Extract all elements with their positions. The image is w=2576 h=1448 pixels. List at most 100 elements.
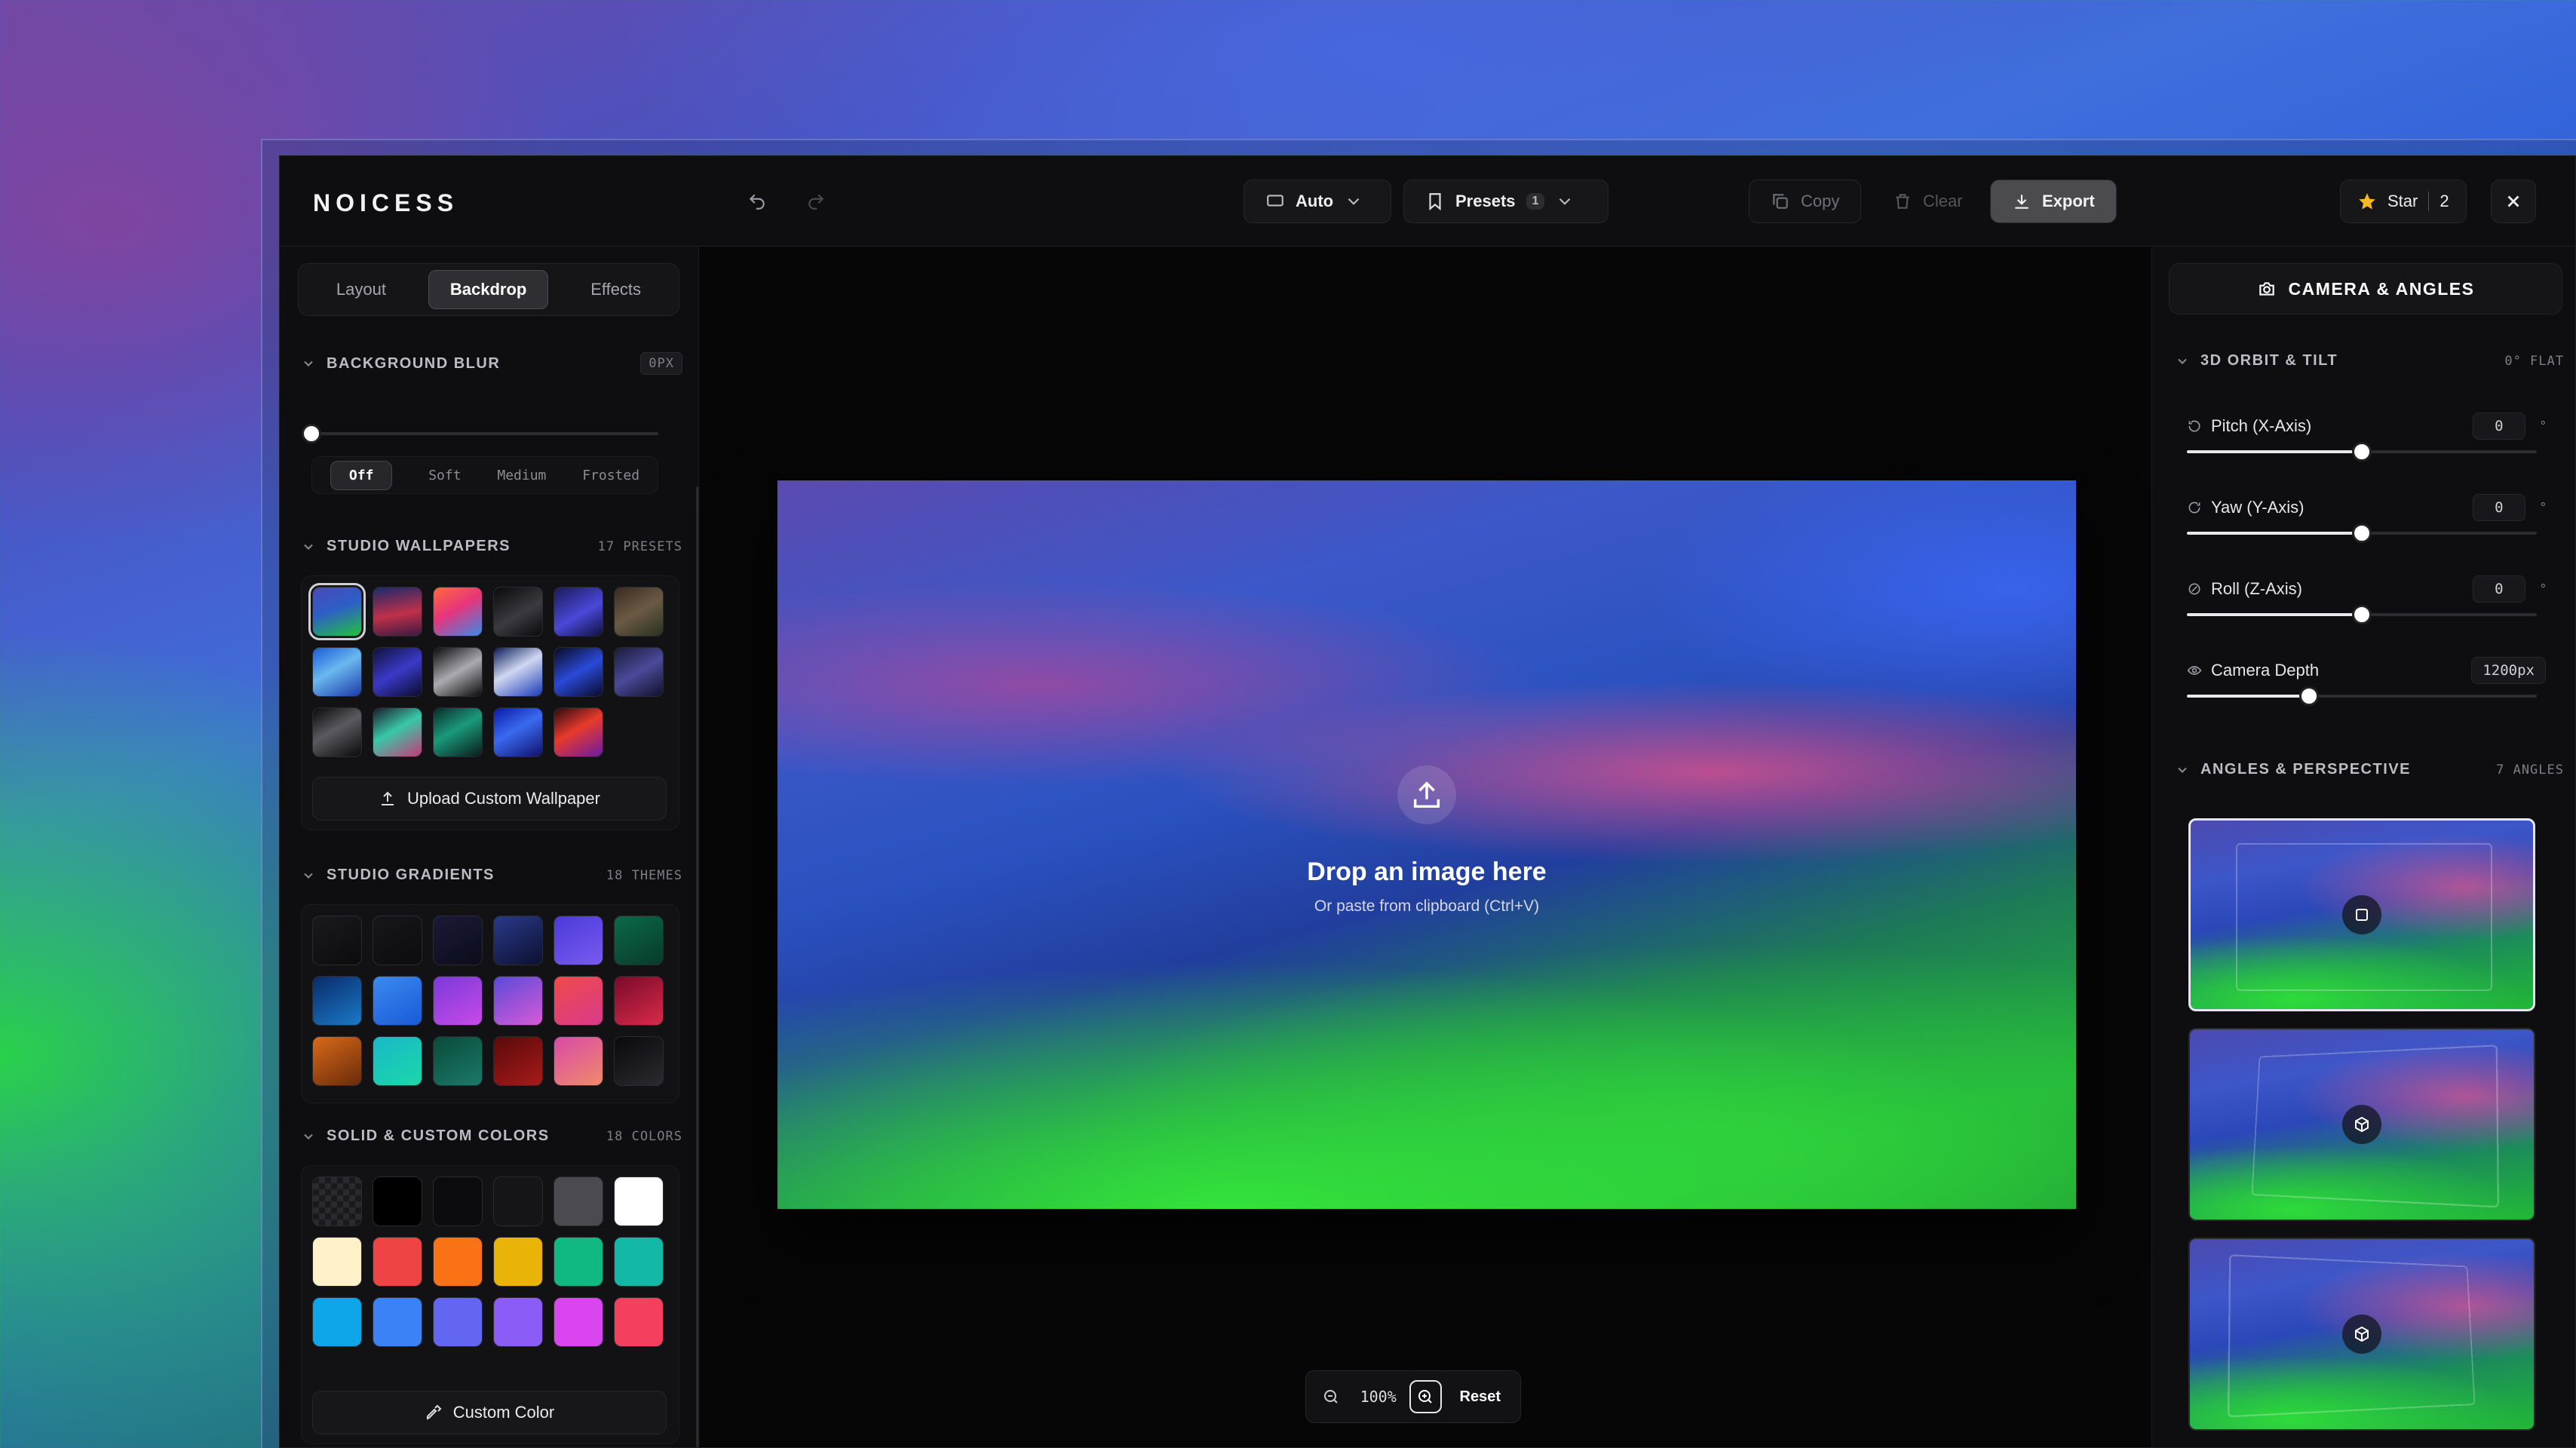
gradient-swatch[interactable] — [312, 916, 362, 965]
wallpaper-swatch[interactable] — [554, 587, 603, 637]
color-swatch[interactable] — [373, 1237, 422, 1287]
wallpaper-swatch[interactable] — [312, 707, 362, 757]
slider-knob[interactable] — [2299, 686, 2320, 706]
color-swatch[interactable] — [312, 1176, 362, 1226]
star-button[interactable]: Star 2 — [2340, 179, 2467, 223]
gradient-swatch[interactable] — [373, 916, 422, 965]
color-swatch[interactable] — [493, 1237, 543, 1287]
color-swatch[interactable] — [554, 1297, 603, 1347]
section-background-blur-header[interactable]: BACKGROUND BLUR 0PX — [301, 352, 682, 375]
gradient-swatch[interactable] — [493, 1036, 543, 1086]
wallpaper-swatch[interactable] — [614, 647, 664, 697]
color-swatch[interactable] — [614, 1237, 664, 1287]
gradient-swatch[interactable] — [614, 976, 664, 1026]
wallpaper-swatch[interactable] — [312, 647, 362, 697]
color-swatch[interactable] — [312, 1237, 362, 1287]
color-swatch[interactable] — [493, 1176, 543, 1226]
angle-thumb-tilt-left[interactable] — [2188, 1028, 2535, 1221]
preview-canvas[interactable]: Drop an image here Or paste from clipboa… — [777, 480, 2076, 1209]
section-angles-header[interactable]: ANGLES & PERSPECTIVE 7 ANGLES — [2175, 761, 2564, 778]
gradient-swatch[interactable] — [312, 1036, 362, 1086]
wallpaper-swatch[interactable] — [433, 647, 483, 697]
blur-option-frosted[interactable]: Frosted — [582, 468, 639, 483]
gradient-swatch[interactable] — [554, 1036, 603, 1086]
copy-button[interactable]: Copy — [1749, 179, 1862, 223]
wallpaper-swatch[interactable] — [433, 587, 483, 637]
wallpaper-swatch[interactable] — [554, 707, 603, 757]
wallpaper-swatch[interactable] — [308, 583, 366, 640]
gradient-swatch[interactable] — [554, 916, 603, 965]
wallpaper-swatch[interactable] — [373, 707, 422, 757]
gradient-swatch[interactable] — [614, 1036, 664, 1086]
camera-depth-value[interactable]: 1200px — [2471, 657, 2546, 684]
color-swatch[interactable] — [614, 1297, 664, 1347]
yaw-value[interactable]: 0 — [2472, 494, 2525, 521]
section-orbit-header[interactable]: 3D ORBIT & TILT 0° FLAT — [2175, 352, 2564, 370]
slider-knob[interactable] — [2352, 523, 2372, 543]
color-swatch[interactable] — [373, 1176, 422, 1226]
color-swatch[interactable] — [312, 1297, 362, 1347]
wallpaper-swatch[interactable] — [493, 647, 543, 697]
angle-thumb-flat[interactable] — [2188, 818, 2535, 1011]
zoom-reset-button[interactable]: Reset — [1449, 1388, 1511, 1406]
wallpaper-swatch[interactable] — [493, 707, 543, 757]
blur-option-off[interactable]: Off — [330, 460, 393, 490]
gradient-swatch[interactable] — [312, 976, 362, 1026]
gradient-swatch[interactable] — [373, 976, 422, 1026]
tab-effects[interactable]: Effects — [569, 271, 662, 308]
camera-depth-slider[interactable] — [2187, 686, 2537, 706]
gradient-swatch[interactable] — [554, 976, 603, 1026]
wallpaper-swatch[interactable] — [373, 587, 422, 637]
zoom-in-icon[interactable] — [1409, 1380, 1442, 1413]
close-button[interactable] — [2491, 179, 2536, 223]
gradient-swatch[interactable] — [373, 1036, 422, 1086]
color-swatch[interactable] — [554, 1176, 603, 1226]
roll-slider[interactable] — [2187, 605, 2537, 624]
blur-slider[interactable] — [302, 424, 658, 443]
gradient-swatch[interactable] — [433, 1036, 483, 1086]
gradient-swatch[interactable] — [493, 976, 543, 1026]
wallpaper-swatch[interactable] — [493, 587, 543, 637]
upload-wallpaper-button[interactable]: Upload Custom Wallpaper — [312, 777, 667, 821]
gradient-swatch[interactable] — [493, 916, 543, 965]
blur-option-medium[interactable]: Medium — [497, 468, 546, 483]
section-solid-colors-header[interactable]: SOLID & CUSTOM COLORS 18 COLORS — [301, 1127, 682, 1145]
pitch-slider[interactable] — [2187, 442, 2537, 462]
color-swatch[interactable] — [554, 1237, 603, 1287]
blur-option-soft[interactable]: Soft — [428, 468, 461, 483]
section-gradients-header[interactable]: STUDIO GRADIENTS 18 THEMES — [301, 867, 682, 884]
color-swatch[interactable] — [373, 1297, 422, 1347]
presets-button[interactable]: Presets 1 — [1403, 179, 1608, 223]
wallpaper-swatch[interactable] — [373, 647, 422, 697]
clear-button[interactable]: Clear — [1871, 179, 1985, 223]
color-swatch[interactable] — [433, 1237, 483, 1287]
section-wallpapers-header[interactable]: STUDIO WALLPAPERS 17 PRESETS — [301, 538, 682, 555]
wallpaper-swatch[interactable] — [614, 587, 664, 637]
slider-knob[interactable] — [302, 424, 321, 443]
gradient-swatch[interactable] — [433, 916, 483, 965]
yaw-slider[interactable] — [2187, 523, 2537, 543]
slider-knob[interactable] — [2352, 605, 2372, 624]
drop-zone[interactable]: Drop an image here Or paste from clipboa… — [1163, 765, 1691, 916]
redo-icon[interactable] — [797, 183, 835, 220]
gradient-swatch[interactable] — [614, 916, 664, 965]
color-swatch[interactable] — [433, 1297, 483, 1347]
color-swatch[interactable] — [493, 1297, 543, 1347]
gradient-swatch[interactable] — [433, 976, 483, 1026]
wallpaper-swatch[interactable] — [554, 647, 603, 697]
pitch-value[interactable]: 0 — [2472, 413, 2525, 440]
angle-thumb-tilt-right[interactable] — [2188, 1238, 2535, 1431]
undo-icon[interactable] — [738, 183, 776, 220]
mode-select[interactable]: Auto — [1244, 179, 1391, 223]
tab-layout[interactable]: Layout — [315, 271, 407, 308]
zoom-out-icon[interactable] — [1315, 1380, 1347, 1413]
export-button[interactable]: Export — [1990, 179, 2117, 223]
custom-color-button[interactable]: Custom Color — [312, 1391, 667, 1434]
tab-backdrop[interactable]: Backdrop — [428, 270, 549, 309]
roll-value[interactable]: 0 — [2472, 575, 2525, 603]
slider-knob[interactable] — [2352, 442, 2372, 462]
color-swatch[interactable] — [433, 1176, 483, 1226]
wallpaper-swatch[interactable] — [433, 707, 483, 757]
color-swatch[interactable] — [614, 1176, 664, 1226]
colors-card: Custom Color — [301, 1165, 679, 1444]
